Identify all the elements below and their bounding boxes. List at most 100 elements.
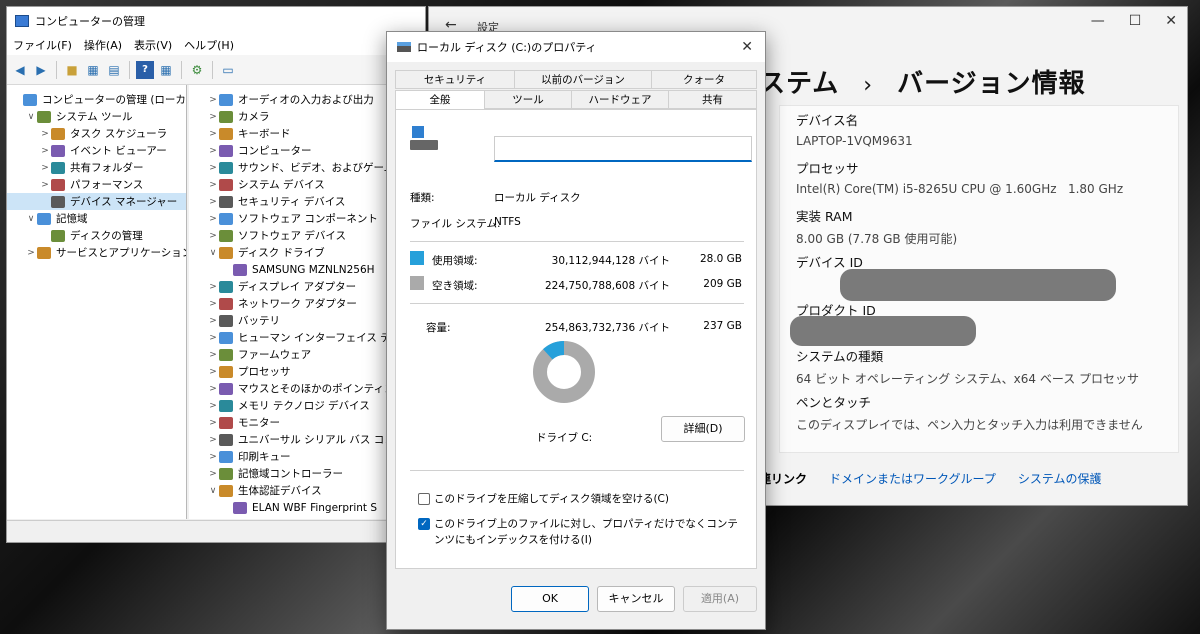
tab-hardware[interactable]: ハードウェア (571, 90, 669, 109)
chevron-right-icon[interactable]: > (39, 129, 51, 139)
compress-label: このドライブを圧縮してディスク領域を空ける(C) (434, 493, 669, 505)
chevron-down-icon[interactable]: ∨ (207, 486, 219, 496)
device-category-icon (233, 263, 247, 276)
computer-management-window: コンピューターの管理 ファイル(F) 操作(A) 表示(V) ヘルプ(H) ◀ … (6, 6, 427, 543)
chevron-right-icon[interactable]: > (207, 197, 219, 207)
tree-item[interactable]: ディスクの管理 (7, 227, 186, 244)
device-category-icon (37, 246, 51, 259)
chevron-right-icon[interactable]: > (207, 452, 219, 462)
tree-item[interactable]: ∨ 記憶域 (7, 210, 186, 227)
tree-item[interactable]: > 共有フォルダー (7, 159, 186, 176)
capacity-label: 容量: (426, 322, 451, 334)
minimize-icon[interactable]: — (1091, 13, 1105, 29)
menu-view[interactable]: 表示(V) (134, 37, 172, 53)
chevron-down-icon[interactable]: ∨ (25, 112, 37, 122)
breadcrumb-parent[interactable]: ステム (759, 69, 839, 99)
chevron-right-icon[interactable]: > (207, 95, 219, 105)
device-label: ファームウェア (238, 349, 312, 361)
related-links-label: 連リンク (759, 471, 808, 486)
device-label: モニター (238, 417, 280, 429)
system-protection-link[interactable]: システムの保護 (1018, 470, 1102, 487)
chevron-right-icon[interactable]: > (207, 299, 219, 309)
filesystem-value: NTFS (494, 216, 521, 228)
apply-button[interactable]: 適用(A) (683, 586, 757, 612)
tree-item[interactable]: ∨ システム ツール (7, 108, 186, 125)
chevron-right-icon[interactable]: > (207, 401, 219, 411)
chevron-right-icon[interactable]: > (207, 231, 219, 241)
chevron-right-icon[interactable]: > (207, 214, 219, 224)
device-category-icon (219, 127, 233, 140)
chevron-right-icon[interactable]: > (39, 146, 51, 156)
toolbar-divider (212, 60, 213, 79)
tree-label: ディスクの管理 (70, 230, 143, 242)
tree-item[interactable]: > パフォーマンス (7, 176, 186, 193)
chevron-right-icon[interactable]: > (207, 333, 219, 343)
chevron-right-icon[interactable]: > (207, 180, 219, 190)
menu-file[interactable]: ファイル(F) (13, 37, 72, 53)
monitor-icon[interactable]: ▭ (219, 61, 237, 79)
tab-general[interactable]: 全般 (395, 90, 485, 111)
device-label: マウスとそのほかのポインティング (238, 383, 406, 395)
details-button[interactable]: 詳細(D) (661, 416, 745, 442)
domain-workgroup-link[interactable]: ドメインまたはワークグループ (829, 470, 996, 487)
properties-icon[interactable]: ▤ (105, 61, 123, 79)
free-space-bytes: 224,750,788,608 バイト (544, 280, 670, 292)
chevron-right-icon[interactable]: > (207, 350, 219, 360)
tab-sharing[interactable]: 共有 (668, 90, 757, 109)
ram-value: 8.00 GB (7.78 GB 使用可能) (796, 232, 958, 246)
chevron-right-icon[interactable]: > (207, 384, 219, 394)
chevron-right-icon[interactable]: > (207, 163, 219, 173)
back-arrow-icon[interactable]: ◀ (11, 61, 29, 79)
tab-previous-versions[interactable]: 以前のバージョン (514, 70, 652, 89)
forward-arrow-icon[interactable]: ▶ (32, 61, 50, 79)
chevron-right-icon[interactable]: > (207, 282, 219, 292)
used-space-swatch (410, 251, 424, 265)
menu-help[interactable]: ヘルプ(H) (184, 37, 234, 53)
tab-tools[interactable]: ツール (484, 90, 572, 109)
volume-name-input[interactable] (494, 136, 752, 162)
tab-security[interactable]: セキュリティ (395, 70, 515, 89)
chevron-right-icon[interactable]: > (207, 435, 219, 445)
chevron-right-icon[interactable]: > (207, 469, 219, 479)
chevron-right-icon[interactable]: > (25, 248, 37, 258)
chevron-right-icon[interactable]: > (207, 129, 219, 139)
cancel-button[interactable]: キャンセル (597, 586, 675, 612)
action-pane-icon[interactable]: ▦ (157, 61, 175, 79)
device-category-icon (51, 229, 65, 242)
used-space-bytes: 30,112,944,128 バイト (551, 255, 670, 267)
tree-item[interactable]: コンピューターの管理 (ローカル) (7, 91, 186, 108)
chevron-right-icon[interactable]: > (207, 367, 219, 377)
close-icon[interactable]: ✕ (741, 39, 753, 55)
chevron-down-icon[interactable]: ∨ (207, 248, 219, 258)
ram-label: 実装 RAM (796, 209, 853, 224)
chevron-right-icon[interactable]: > (207, 418, 219, 428)
up-folder-icon[interactable]: ■ (63, 61, 81, 79)
maximize-icon[interactable]: ☐ (1129, 13, 1142, 29)
help-icon[interactable]: ? (136, 60, 154, 79)
chevron-right-icon[interactable]: > (207, 112, 219, 122)
ok-button[interactable]: OK (511, 586, 589, 612)
menu-action[interactable]: 操作(A) (84, 37, 122, 53)
chevron-right-icon[interactable]: > (207, 146, 219, 156)
device-category-icon (219, 297, 233, 310)
tree-item[interactable]: > イベント ビューアー (7, 142, 186, 159)
pen-touch-label: ペンとタッチ (796, 395, 872, 410)
chevron-right-icon[interactable]: > (39, 180, 51, 190)
device-category-icon (51, 127, 65, 140)
device-label: ディスプレイ アダプター (238, 281, 357, 293)
scan-hardware-icon[interactable]: ⚙ (188, 61, 206, 79)
close-icon[interactable]: ✕ (1165, 13, 1177, 29)
processor-label: プロセッサ (796, 161, 859, 176)
show-tree-icon[interactable]: ▦ (84, 61, 102, 79)
chevron-right-icon[interactable]: > (207, 316, 219, 326)
index-checkbox[interactable]: ✓ (418, 518, 430, 530)
compress-checkbox[interactable] (418, 493, 430, 505)
tree-item[interactable]: > タスク スケジューラ (7, 125, 186, 142)
tree-item[interactable]: > サービスとアプリケーション (7, 244, 186, 261)
filesystem-label: ファイル システム: (410, 218, 501, 230)
tab-quota[interactable]: クォータ (651, 70, 757, 89)
tree-item[interactable]: デバイス マネージャー (7, 193, 186, 210)
chevron-right-icon[interactable]: > (39, 163, 51, 173)
device-category-icon (37, 212, 51, 225)
chevron-down-icon[interactable]: ∨ (25, 214, 37, 224)
